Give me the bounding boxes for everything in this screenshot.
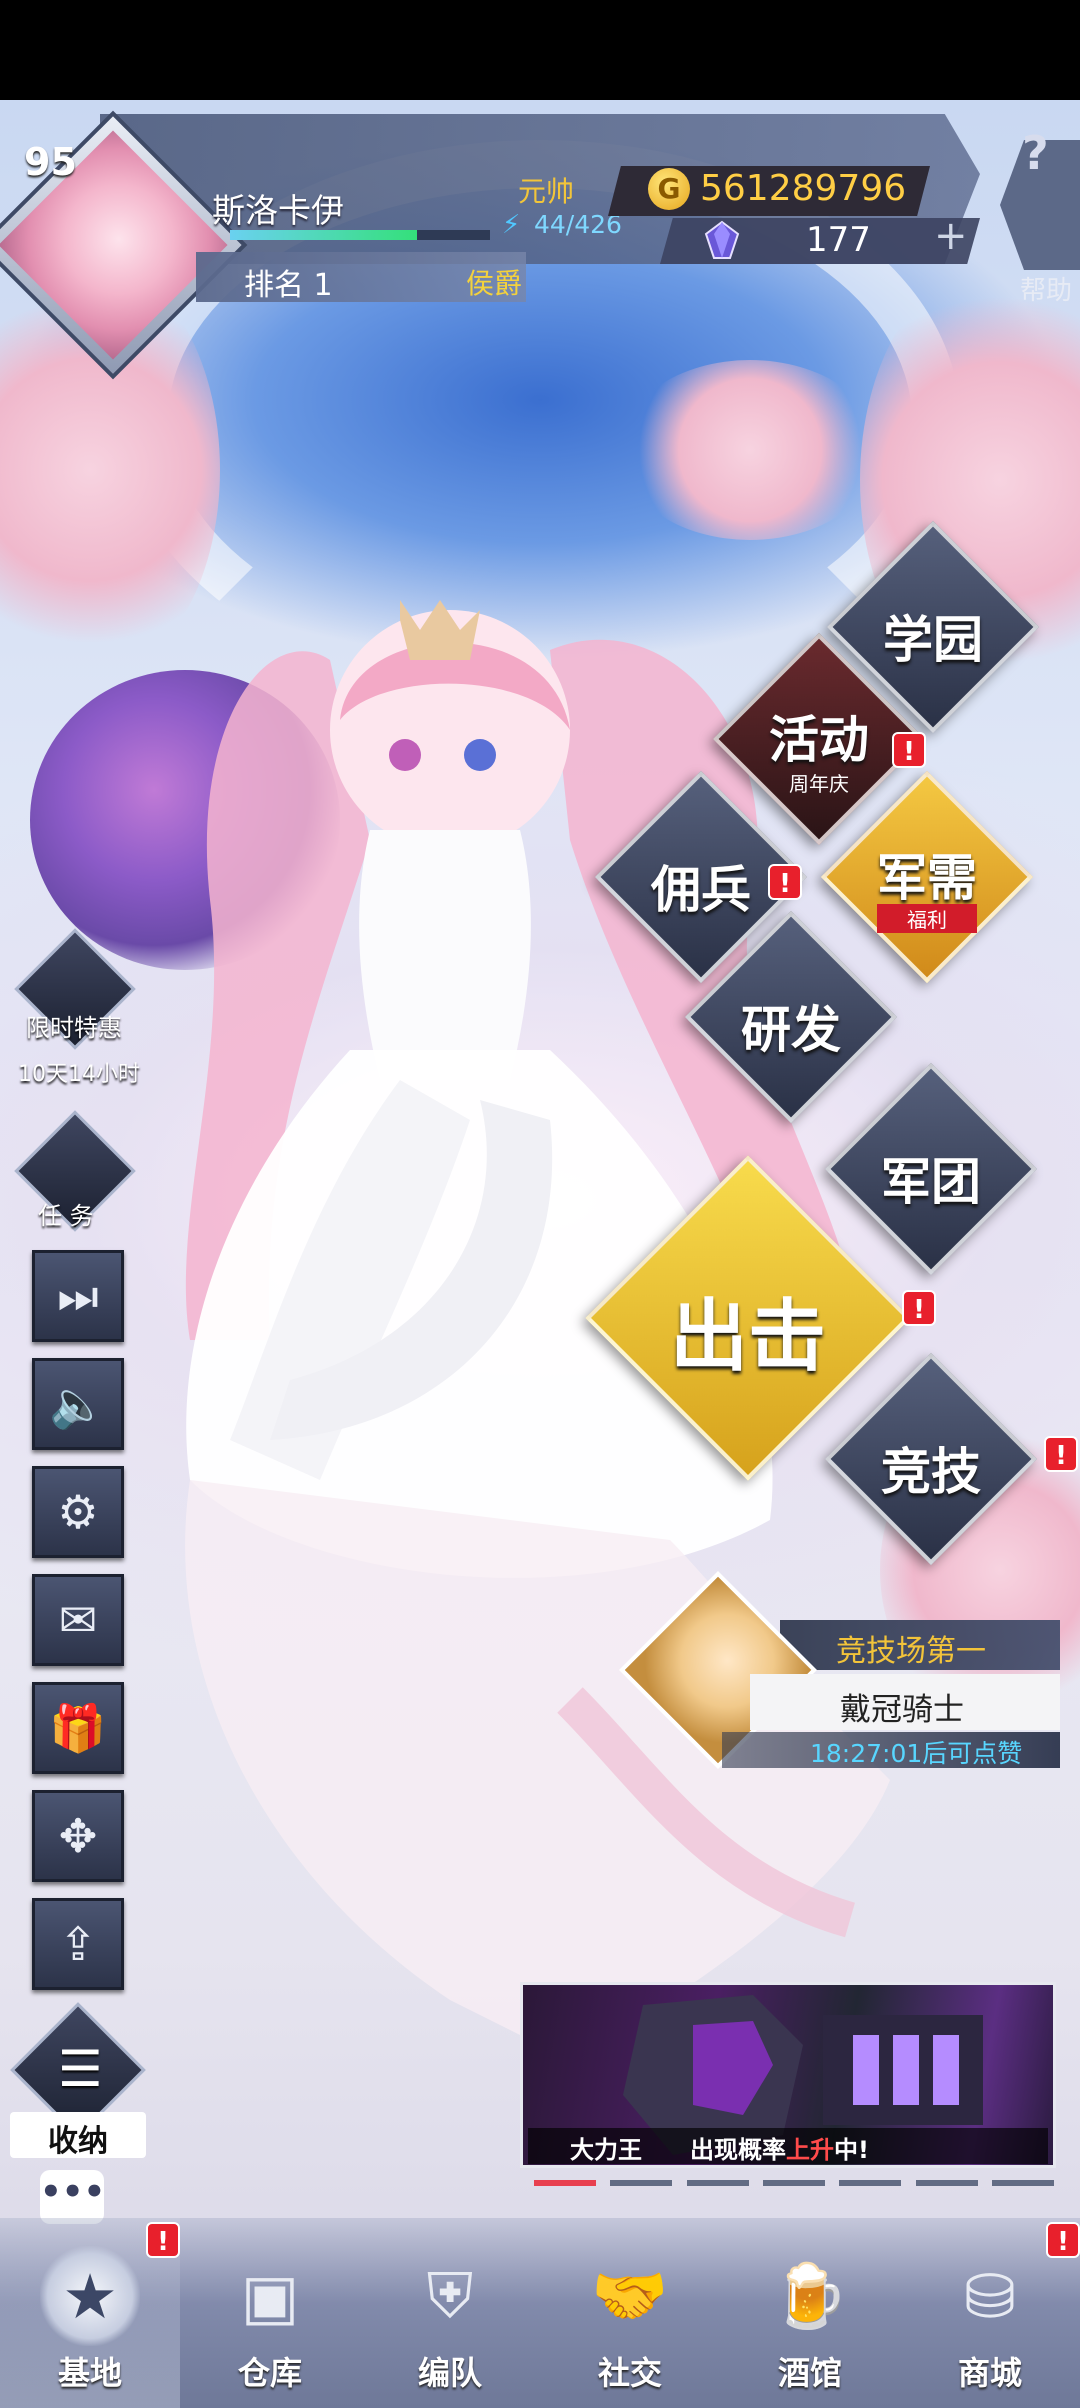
base-alert-badge: ! — [146, 2222, 180, 2258]
noble-title: 侯爵 — [466, 267, 523, 300]
nav-item[interactable]: ⛨ 编队 — [360, 2218, 540, 2408]
banner-rate-text: 出现概率上升中! — [690, 2130, 869, 2165]
gold-coin-icon: G — [648, 168, 690, 210]
arena-alert-badge: ! — [1044, 1436, 1078, 1472]
arena-champion-name: 戴冠骑士 — [840, 1692, 964, 1728]
nav-item[interactable]: 🤝 社交 — [540, 2218, 720, 2408]
player-level: 95 — [24, 140, 77, 184]
skip-button[interactable]: ⏭ — [32, 1250, 124, 1342]
lightning-icon: ⚡ — [502, 210, 521, 240]
military-rank: 元帅 — [518, 175, 575, 208]
nav-icon: 🍺 — [771, 2259, 849, 2332]
collapse-label: 收纳 — [48, 2124, 108, 2159]
gold-value: 561289796 — [700, 168, 907, 209]
player-name: 斯洛卡伊 — [212, 191, 344, 230]
mail-button[interactable]: ✉ — [32, 1574, 124, 1666]
like-timer: 18:27:01后可点赞 — [810, 1739, 1023, 1768]
nav-label: 酒馆 — [777, 2354, 842, 2392]
event-alert-badge: ! — [892, 732, 926, 768]
banner-dot[interactable] — [762, 2180, 825, 2186]
banner-pagination — [534, 2180, 1054, 2188]
banner-rate-suffix: 中! — [834, 2136, 869, 2164]
supply-label: 军需 — [877, 849, 977, 907]
nav-label: 社交 — [597, 2354, 662, 2392]
nav-label: 编队 — [417, 2354, 482, 2392]
arena-champion-title: 竞技场第一 — [836, 1634, 986, 1669]
arena-button[interactable]: 竞技 — [824, 1352, 1038, 1566]
banner-rate-highlight: 上升 — [786, 2136, 834, 2164]
add-gems-button[interactable]: + — [934, 216, 968, 256]
envelope-icon: ✉ — [58, 1593, 98, 1647]
banner-dot[interactable] — [991, 2180, 1054, 2186]
banner-dot[interactable] — [686, 2180, 749, 2186]
nav-icon: 🤝 — [591, 2259, 669, 2332]
nav-icon: ⛨ — [426, 2259, 474, 2332]
arena-champion-card[interactable]: 竞技场第一 戴冠骑士 18:27:01后可点赞 — [619, 1571, 1060, 1769]
help-label: 帮助 — [1020, 276, 1073, 306]
nav-icon: ⛁ — [964, 2259, 1016, 2333]
exp-bar — [230, 230, 490, 240]
shop-alert-badge: ! — [1046, 2222, 1080, 2258]
banner-unit-name: 大力王 — [570, 2136, 642, 2164]
exp-bar-fill — [230, 230, 418, 240]
tasks-label: 任 务 — [38, 1202, 94, 1230]
research-label: 研发 — [741, 1001, 841, 1059]
question-icon: ? — [1022, 126, 1049, 180]
collapse-icon: ☰ — [58, 2040, 103, 2098]
sound-button[interactable]: 🔈 — [32, 1358, 124, 1450]
move-arrows-icon: ✥ — [58, 1809, 98, 1863]
banner-dot[interactable] — [534, 2180, 596, 2186]
banner-dot[interactable] — [915, 2180, 978, 2186]
nav-label: 商城 — [957, 2354, 1022, 2392]
rank-row: 排名 1 侯爵 — [196, 252, 526, 303]
nav-label: 基地 — [57, 2354, 122, 2392]
banner-rate-prefix: 出现概率 — [690, 2136, 786, 2164]
settings-button[interactable]: ⚙ — [32, 1466, 124, 1558]
gift-icon: 🎁 — [49, 1701, 107, 1755]
player-hud: 95 斯洛卡伊 排名 1 侯爵 元帅 ⚡ 44/426 G 561289796 … — [0, 100, 1080, 400]
banner-dot[interactable] — [839, 2180, 902, 2186]
offer-timer: 10天14小时 — [18, 1062, 140, 1087]
gem-icon — [704, 220, 740, 259]
nav-icon: ▣ — [240, 2259, 300, 2333]
mercenary-alert-badge: ! — [768, 864, 802, 900]
nav-label: 仓库 — [237, 2354, 302, 2392]
upload-button[interactable]: ⇪ — [32, 1898, 124, 1990]
sortie-alert-badge: ! — [902, 1290, 936, 1326]
arena-label: 竞技 — [881, 1443, 981, 1501]
gem-value: 177 — [806, 220, 871, 260]
speaker-icon: 🔈 — [49, 1377, 107, 1431]
nav-icon: ★ — [40, 2246, 140, 2346]
limited-offer-label: 限时特惠 — [26, 1014, 122, 1042]
upload-icon: ⇪ — [58, 1917, 98, 1971]
gift-button[interactable]: 🎁 — [32, 1682, 124, 1774]
status-bar — [0, 0, 1080, 100]
nav-item[interactable]: 🍺 酒馆 — [720, 2218, 900, 2408]
chat-icon[interactable]: ••• — [40, 2170, 105, 2224]
move-button[interactable]: ✥ — [32, 1790, 124, 1882]
nav-item[interactable]: ▣ 仓库 — [180, 2218, 360, 2408]
banner-dot[interactable] — [610, 2180, 673, 2186]
rank-label: 排名 1 — [244, 268, 333, 303]
gear-icon: ⚙ — [57, 1485, 99, 1539]
skip-icon: ⏭ — [57, 1269, 99, 1323]
